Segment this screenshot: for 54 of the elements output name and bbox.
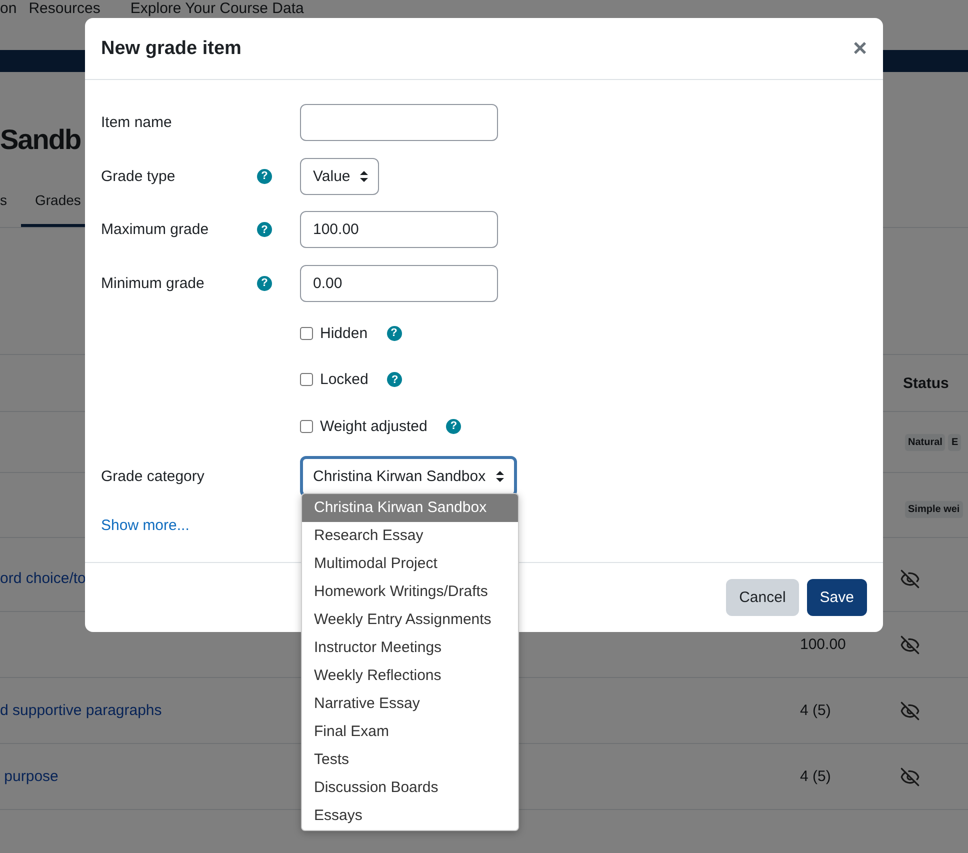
help-button[interactable]: ? bbox=[386, 326, 402, 341]
table-cell: 4 (5) bbox=[800, 768, 831, 785]
column-header: Status bbox=[903, 374, 950, 392]
help-button[interactable]: ? bbox=[257, 222, 272, 238]
dropdown-option[interactable]: Multimodal Project bbox=[302, 550, 518, 578]
cancel-button[interactable]: Cancel bbox=[726, 579, 799, 616]
dropdown-option[interactable]: Tests bbox=[302, 746, 518, 774]
dropdown-option[interactable]: Weekly Reflections bbox=[302, 662, 518, 690]
modal-title: New grade item bbox=[101, 38, 242, 60]
field-label: Minimum grade bbox=[101, 274, 206, 292]
dropdown-option[interactable]: Narrative Essay bbox=[302, 690, 518, 718]
grade-item-link[interactable]: d supportive paragraphs bbox=[0, 702, 162, 719]
help-button[interactable]: ? bbox=[257, 168, 272, 184]
help-button[interactable]: ? bbox=[257, 276, 272, 291]
close-button[interactable]: × bbox=[852, 36, 867, 60]
page-title: Sandb bbox=[0, 124, 81, 156]
aggregation-badge: Natural bbox=[905, 434, 946, 450]
checkbox[interactable] bbox=[300, 420, 313, 433]
sort-caret-icon bbox=[496, 470, 504, 482]
input-field[interactable]: 0.00 bbox=[300, 264, 498, 302]
help-button[interactable]: ? bbox=[387, 372, 402, 388]
checkbox[interactable] bbox=[300, 326, 313, 340]
save-button[interactable]: Save bbox=[806, 579, 867, 616]
checkbox-label: Locked bbox=[320, 371, 368, 388]
dropdown-option[interactable]: Final Exam bbox=[302, 718, 518, 746]
sort-caret-icon bbox=[360, 170, 368, 182]
field-label: Grade category bbox=[101, 468, 206, 485]
dropdown-option[interactable]: Christina Kirwan Sandbox bbox=[302, 494, 518, 522]
aggregation-badge: Simple wei bbox=[905, 500, 963, 518]
dropdown-option[interactable]: Instructor Meetings bbox=[302, 634, 518, 662]
checkbox-label: Hidden bbox=[320, 324, 368, 342]
field-label: Item name bbox=[101, 114, 173, 132]
input-field[interactable]: 100.00 bbox=[300, 211, 498, 248]
dropdown-option[interactable]: Essays bbox=[302, 802, 518, 830]
field-label: Grade type bbox=[101, 168, 176, 185]
grade-item-link[interactable]: ord choice/to bbox=[0, 570, 86, 587]
nav-link[interactable]: Explore Your Course Data bbox=[130, 0, 304, 17]
dropdown-option[interactable]: Homework Writings/Drafts bbox=[302, 578, 518, 606]
aggregation-badge: E bbox=[948, 434, 962, 450]
table-cell: 4 (5) bbox=[800, 702, 831, 719]
dropdown-option[interactable]: Weekly Entry Assignments bbox=[302, 606, 518, 634]
checkbox-label: Weight adjusted bbox=[320, 418, 428, 435]
nav-tab[interactable]: s bbox=[0, 176, 21, 227]
nav-link[interactable]: Resources bbox=[28, 0, 100, 17]
input-field[interactable] bbox=[300, 104, 498, 142]
nav-link[interactable]: on bbox=[0, 0, 17, 17]
checkbox[interactable] bbox=[300, 373, 313, 386]
dropdown-option[interactable]: Research Essay bbox=[302, 522, 518, 550]
dropdown-option[interactable]: Discussion Boards bbox=[302, 774, 518, 802]
help-button[interactable]: ? bbox=[446, 418, 462, 434]
table-cell: 100.00 bbox=[800, 636, 846, 653]
select-field[interactable]: Value bbox=[300, 158, 380, 195]
field-label: Maximum grade bbox=[101, 221, 210, 238]
grade-item-link[interactable]: purpose bbox=[0, 768, 58, 785]
